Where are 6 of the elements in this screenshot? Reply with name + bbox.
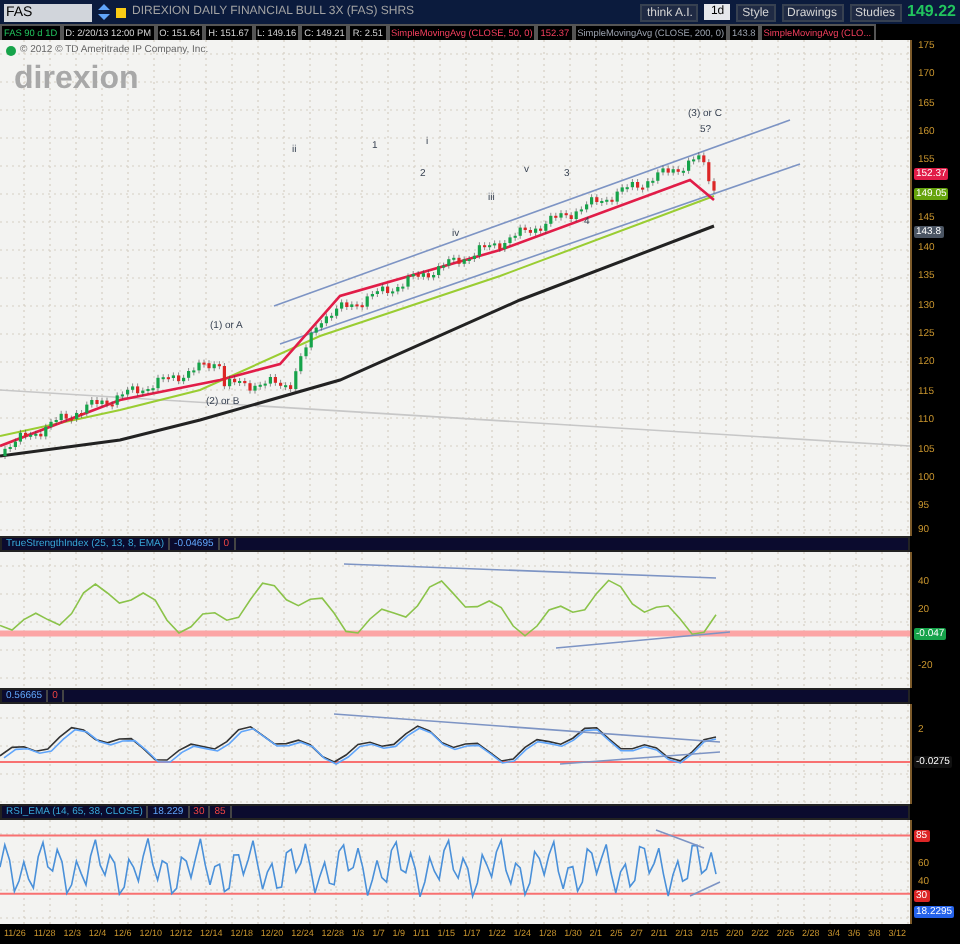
- flag-icon: [116, 7, 126, 17]
- spinner-icon[interactable]: [98, 4, 110, 20]
- status-icon: [6, 46, 16, 57]
- logo-text: direxion: [14, 60, 139, 100]
- trend-lines-drawing: [655, 829, 721, 897]
- last-price: 149.22: [907, 0, 956, 24]
